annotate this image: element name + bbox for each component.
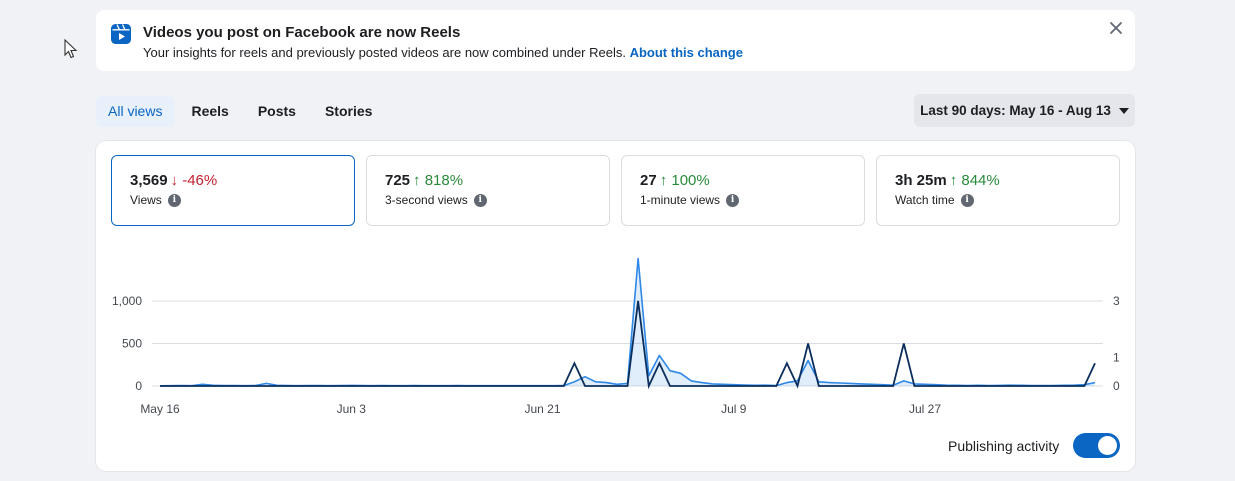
reels-notice-banner: Videos you post on Facebook are now Reel… [96, 10, 1135, 71]
tab-posts[interactable]: Posts [246, 96, 308, 127]
banner-title: Videos you post on Facebook are now Reel… [143, 24, 461, 41]
x-axis-tick-label: Jul 27 [909, 402, 941, 416]
banner-description-text: Your insights for reels and previously p… [143, 45, 626, 60]
y-axis-right-tick-label: 3 [1113, 294, 1120, 308]
reels-icon [111, 24, 131, 44]
views-line-chart: 0 500 1,000 0 1 3 May 16 Jun 3 Jun 21 Jul 9 Jul 27 [112, 257, 1120, 416]
toggle-knob [1098, 436, 1117, 455]
x-axis-tick-label: Jul 9 [721, 402, 747, 416]
y-axis-right-tick-label: 1 [1113, 351, 1120, 365]
tab-reels[interactable]: Reels [179, 96, 240, 127]
banner-description: Your insights for reels and previously p… [143, 45, 743, 60]
about-this-change-link[interactable]: About this change [630, 45, 743, 60]
x-axis-tick-label: May 16 [140, 402, 180, 416]
publishing-activity-toggle[interactable] [1073, 433, 1120, 458]
publishing-activity-label: Publishing activity [948, 438, 1060, 454]
date-range-label: Last 90 days: May 16 - Aug 13 [920, 103, 1111, 118]
y-axis-left-tick-label: 0 [135, 379, 142, 393]
caret-down-icon [1118, 107, 1129, 114]
close-icon[interactable] [1108, 20, 1124, 36]
y-axis-left-tick-label: 1,000 [112, 294, 142, 308]
x-axis-tick-label: Jun 3 [337, 402, 367, 416]
x-axis-tick-label: Jun 21 [524, 402, 560, 416]
views-series-line [159, 257, 1096, 387]
date-range-dropdown[interactable]: Last 90 days: May 16 - Aug 13 [914, 94, 1135, 127]
y-axis-left-tick-label: 500 [122, 337, 142, 351]
insights-panel: 3,569 ↓ -46% Views i 725 ↑ 818% 3-second vi… [96, 141, 1135, 471]
view-tabs: All views Reels Posts Stories [96, 96, 389, 127]
views-area [160, 258, 1095, 386]
tab-all-views[interactable]: All views [96, 96, 175, 127]
tab-stories[interactable]: Stories [313, 96, 384, 127]
mouse-cursor-icon [64, 39, 78, 59]
y-axis-right-tick-label: 0 [1113, 379, 1120, 393]
